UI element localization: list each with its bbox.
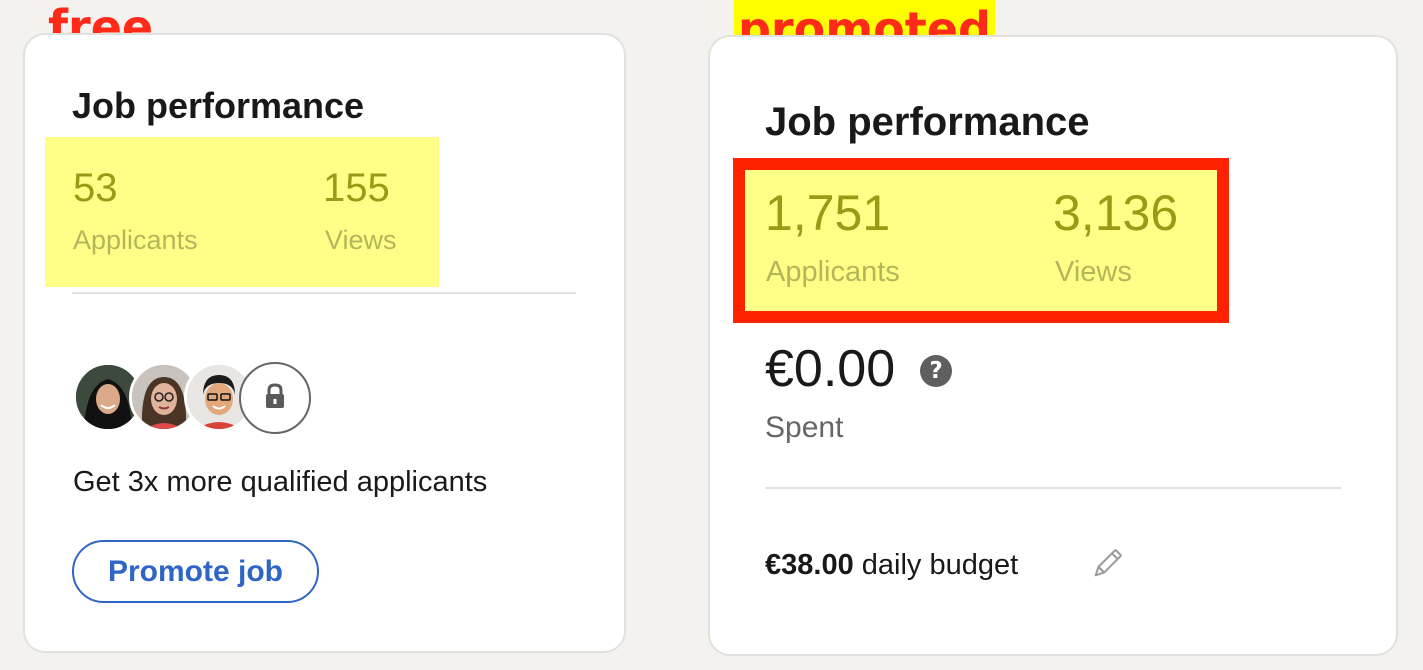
budget-suffix: daily budget: [853, 549, 1019, 581]
divider: [765, 487, 1341, 489]
promote-job-button[interactable]: Promote job: [72, 540, 319, 603]
budget-amount: €38.00: [765, 549, 854, 581]
help-icon[interactable]: ?: [920, 355, 952, 387]
applicants-label: Applicants: [73, 225, 198, 255]
views-label: Views: [1055, 256, 1132, 288]
divider: [72, 292, 576, 294]
job-performance-heading: Job performance: [765, 100, 1090, 144]
spent-amount: €0.00: [765, 340, 896, 398]
pencil-edit-icon[interactable]: [1089, 546, 1125, 582]
free-stats-highlight: [45, 137, 439, 287]
locked-applicant-avatar: [239, 362, 311, 434]
views-count: 3,136: [1053, 185, 1179, 241]
applicants-count: 1,751: [765, 185, 891, 241]
pencil-icon-graphic: [1094, 549, 1122, 577]
daily-budget-text: €38.00 daily budget: [765, 551, 1018, 580]
job-performance-heading: Job performance: [72, 85, 365, 126]
applicants-count: 53: [73, 166, 118, 210]
spent-label: Spent: [765, 411, 844, 444]
views-count: 155: [323, 166, 390, 210]
views-label: Views: [325, 225, 397, 255]
upsell-text: Get 3x more qualified applicants: [73, 466, 488, 498]
applicants-label: Applicants: [766, 256, 900, 288]
lock-icon: [266, 383, 284, 408]
